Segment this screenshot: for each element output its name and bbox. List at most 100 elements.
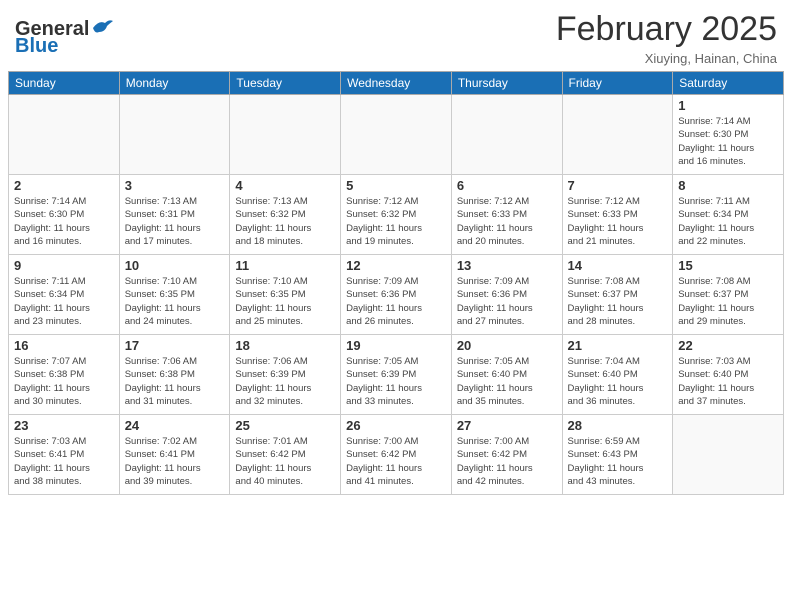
calendar-cell: 17Sunrise: 7:06 AM Sunset: 6:38 PM Dayli…: [119, 335, 230, 415]
day-info: Sunrise: 7:01 AM Sunset: 6:42 PM Dayligh…: [235, 435, 335, 488]
calendar-cell: 2 Sunrise: 7:14 AM Sunset: 6:30 PM Daylig…: [9, 175, 120, 255]
calendar-cell: 21 Sunrise: 7:04 AM Sunset: 6:40 PM Dayli…: [562, 335, 673, 415]
day-info: Sunrise: 7:14 AM Sunset: 6:30 PM Dayligh…: [14, 195, 114, 248]
day-number: 7: [568, 178, 668, 193]
week-row-2: 9 Sunrise: 7:11 AM Sunset: 6:34 PM Daylig…: [9, 255, 784, 335]
month-year: February 2025: [556, 10, 777, 49]
page-header: General Blue February 2025 Xiuying, Hain…: [0, 0, 792, 71]
day-number: 26: [346, 418, 446, 433]
day-number: 20: [457, 338, 557, 353]
day-info: Sunrise: 7:05 AM Sunset: 6:40 PM Dayligh…: [457, 355, 557, 408]
weekday-header-monday: Monday: [119, 72, 230, 95]
day-number: 23: [14, 418, 114, 433]
calendar-cell: 22 Sunrise: 7:03 AM Sunset: 6:40 PM Dayli…: [673, 335, 784, 415]
day-number: 28: [568, 418, 668, 433]
calendar-cell: [230, 95, 341, 175]
day-info: Sunrise: 7:03 AM Sunset: 6:40 PM Dayligh…: [678, 355, 778, 408]
calendar-cell: [562, 95, 673, 175]
day-number: 4: [235, 178, 335, 193]
day-number: 21: [568, 338, 668, 353]
day-number: 27: [457, 418, 557, 433]
day-info: Sunrise: 7:09 AM Sunset: 6:36 PM Dayligh…: [346, 275, 446, 328]
day-info: Sunrise: 7:11 AM Sunset: 6:34 PM Dayligh…: [14, 275, 114, 328]
logo-bird-icon: [91, 18, 113, 36]
day-info: Sunrise: 7:12 AM Sunset: 6:32 PM Dayligh…: [346, 195, 446, 248]
calendar-cell: 4 Sunrise: 7:13 AM Sunset: 6:32 PM Daylig…: [230, 175, 341, 255]
weekday-header-sunday: Sunday: [9, 72, 120, 95]
calendar-cell: 27 Sunrise: 7:00 AM Sunset: 6:42 PM Dayli…: [451, 415, 562, 495]
day-info: Sunrise: 7:14 AM Sunset: 6:30 PM Dayligh…: [678, 115, 778, 168]
calendar-cell: 9 Sunrise: 7:11 AM Sunset: 6:34 PM Daylig…: [9, 255, 120, 335]
day-info: Sunrise: 7:08 AM Sunset: 6:37 PM Dayligh…: [568, 275, 668, 328]
day-info: Sunrise: 7:12 AM Sunset: 6:33 PM Dayligh…: [568, 195, 668, 248]
day-number: 25: [235, 418, 335, 433]
location: Xiuying, Hainan, China: [556, 51, 777, 66]
calendar-cell: 15 Sunrise: 7:08 AM Sunset: 6:37 PM Dayli…: [673, 255, 784, 335]
day-number: 10: [125, 258, 225, 273]
calendar-cell: 19 Sunrise: 7:05 AM Sunset: 6:39 PM Dayli…: [341, 335, 452, 415]
day-number: 1: [678, 98, 778, 113]
logo-blue: Blue: [15, 35, 113, 58]
calendar-cell: 8Sunrise: 7:11 AM Sunset: 6:34 PM Daylig…: [673, 175, 784, 255]
weekday-header-wednesday: Wednesday: [341, 72, 452, 95]
day-number: 12: [346, 258, 446, 273]
week-row-1: 2 Sunrise: 7:14 AM Sunset: 6:30 PM Daylig…: [9, 175, 784, 255]
day-number: 24: [125, 418, 225, 433]
calendar-cell: [673, 415, 784, 495]
day-info: Sunrise: 7:06 AM Sunset: 6:38 PM Dayligh…: [125, 355, 225, 408]
calendar-cell: 12 Sunrise: 7:09 AM Sunset: 6:36 PM Dayli…: [341, 255, 452, 335]
day-number: 15: [678, 258, 778, 273]
calendar-cell: 5 Sunrise: 7:12 AM Sunset: 6:32 PM Daylig…: [341, 175, 452, 255]
calendar-cell: 16 Sunrise: 7:07 AM Sunset: 6:38 PM Dayli…: [9, 335, 120, 415]
day-number: 19: [346, 338, 446, 353]
calendar-cell: 28 Sunrise: 6:59 AM Sunset: 6:43 PM Dayli…: [562, 415, 673, 495]
day-info: Sunrise: 7:12 AM Sunset: 6:33 PM Dayligh…: [457, 195, 557, 248]
weekday-header-saturday: Saturday: [673, 72, 784, 95]
day-info: Sunrise: 7:07 AM Sunset: 6:38 PM Dayligh…: [14, 355, 114, 408]
day-number: 16: [14, 338, 114, 353]
day-info: Sunrise: 7:10 AM Sunset: 6:35 PM Dayligh…: [235, 275, 335, 328]
day-info: Sunrise: 7:13 AM Sunset: 6:32 PM Dayligh…: [235, 195, 335, 248]
day-info: Sunrise: 7:05 AM Sunset: 6:39 PM Dayligh…: [346, 355, 446, 408]
day-number: 9: [14, 258, 114, 273]
day-info: Sunrise: 7:06 AM Sunset: 6:39 PM Dayligh…: [235, 355, 335, 408]
day-number: 13: [457, 258, 557, 273]
day-info: Sunrise: 7:00 AM Sunset: 6:42 PM Dayligh…: [346, 435, 446, 488]
calendar-cell: 11Sunrise: 7:10 AM Sunset: 6:35 PM Dayli…: [230, 255, 341, 335]
calendar-cell: 24 Sunrise: 7:02 AM Sunset: 6:41 PM Dayli…: [119, 415, 230, 495]
calendar-cell: 14Sunrise: 7:08 AM Sunset: 6:37 PM Dayli…: [562, 255, 673, 335]
week-row-0: 1 Sunrise: 7:14 AM Sunset: 6:30 PM Daylig…: [9, 95, 784, 175]
logo: General Blue: [15, 18, 113, 58]
title-block: February 2025 Xiuying, Hainan, China: [556, 10, 777, 66]
calendar-table: SundayMondayTuesdayWednesdayThursdayFrid…: [8, 71, 784, 495]
day-info: Sunrise: 7:09 AM Sunset: 6:36 PM Dayligh…: [457, 275, 557, 328]
day-info: Sunrise: 7:02 AM Sunset: 6:41 PM Dayligh…: [125, 435, 225, 488]
day-number: 6: [457, 178, 557, 193]
calendar-cell: 26 Sunrise: 7:00 AM Sunset: 6:42 PM Dayli…: [341, 415, 452, 495]
day-number: 5: [346, 178, 446, 193]
calendar-cell: [119, 95, 230, 175]
day-info: Sunrise: 7:00 AM Sunset: 6:42 PM Dayligh…: [457, 435, 557, 488]
calendar-cell: 10 Sunrise: 7:10 AM Sunset: 6:35 PM Dayli…: [119, 255, 230, 335]
day-info: Sunrise: 7:08 AM Sunset: 6:37 PM Dayligh…: [678, 275, 778, 328]
day-info: Sunrise: 7:13 AM Sunset: 6:31 PM Dayligh…: [125, 195, 225, 248]
week-row-3: 16 Sunrise: 7:07 AM Sunset: 6:38 PM Dayli…: [9, 335, 784, 415]
weekday-header-tuesday: Tuesday: [230, 72, 341, 95]
day-info: Sunrise: 6:59 AM Sunset: 6:43 PM Dayligh…: [568, 435, 668, 488]
week-row-4: 23Sunrise: 7:03 AM Sunset: 6:41 PM Dayli…: [9, 415, 784, 495]
day-info: Sunrise: 7:04 AM Sunset: 6:40 PM Dayligh…: [568, 355, 668, 408]
weekday-header-friday: Friday: [562, 72, 673, 95]
weekday-header-thursday: Thursday: [451, 72, 562, 95]
calendar-cell: 3Sunrise: 7:13 AM Sunset: 6:31 PM Daylig…: [119, 175, 230, 255]
day-info: Sunrise: 7:10 AM Sunset: 6:35 PM Dayligh…: [125, 275, 225, 328]
day-number: 2: [14, 178, 114, 193]
calendar-cell: [341, 95, 452, 175]
day-number: 8: [678, 178, 778, 193]
calendar-container: SundayMondayTuesdayWednesdayThursdayFrid…: [0, 71, 792, 495]
calendar-cell: 6 Sunrise: 7:12 AM Sunset: 6:33 PM Daylig…: [451, 175, 562, 255]
day-number: 18: [235, 338, 335, 353]
calendar-cell: 20 Sunrise: 7:05 AM Sunset: 6:40 PM Dayli…: [451, 335, 562, 415]
calendar-cell: 7 Sunrise: 7:12 AM Sunset: 6:33 PM Daylig…: [562, 175, 673, 255]
day-number: 22: [678, 338, 778, 353]
weekday-header-row: SundayMondayTuesdayWednesdayThursdayFrid…: [9, 72, 784, 95]
